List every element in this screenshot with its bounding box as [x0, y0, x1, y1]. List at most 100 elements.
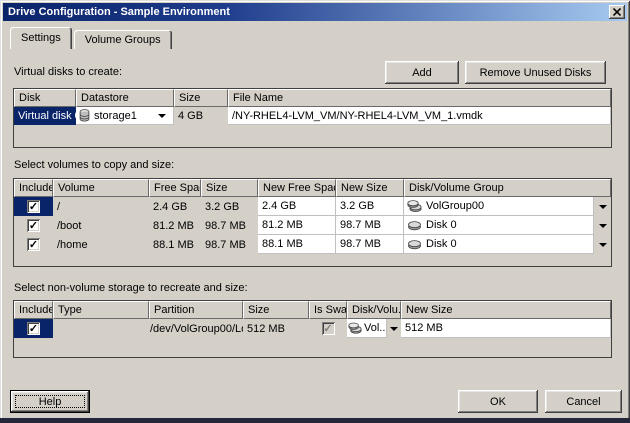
disk-name-cell[interactable]: Virtual disk 0: [14, 107, 76, 125]
include-cell: [14, 216, 53, 235]
free-space-cell: 88.1 MB: [149, 235, 201, 254]
table-row[interactable]: /boot 81.2 MB 98.7 MB 81.2 MB 98.7 MB Di…: [14, 216, 611, 235]
new-size-field[interactable]: 98.7 MB: [336, 235, 404, 254]
type-cell: [53, 319, 149, 338]
column-header-volume[interactable]: Volume: [53, 179, 149, 197]
column-header-new-size[interactable]: New Size: [401, 301, 611, 319]
disk-volume-group-combobox[interactable]: VolGroup00: [404, 197, 611, 216]
disk-volume-group-combobox[interactable]: Disk 0: [404, 216, 611, 235]
title-bar[interactable]: Drive Configuration - Sample Environment: [3, 3, 627, 21]
close-button[interactable]: [609, 5, 625, 19]
disk-volume-combobox[interactable]: Vol...: [347, 319, 401, 338]
volume-cell: /boot: [53, 216, 149, 235]
table-row[interactable]: Virtual disk 0 storage1 4 GB /NY-RHEL4-L…: [14, 107, 611, 125]
tab-volume-groups-label: Volume Groups: [85, 34, 161, 46]
ok-button[interactable]: OK: [458, 390, 538, 413]
volume-group-icon: [407, 200, 422, 213]
help-button[interactable]: Help: [10, 390, 90, 413]
group-value: VolGroup00: [426, 200, 484, 212]
table-row[interactable]: / 2.4 GB 3.2 GB 2.4 GB 3.2 GB VolGroup00: [14, 197, 611, 216]
include-cell: [14, 235, 53, 254]
column-header-free-space[interactable]: Free Space: [149, 179, 201, 197]
ok-button-label: OK: [490, 396, 506, 408]
group-value: Disk 0: [426, 238, 457, 250]
non-volume-header: Include Type Partition Size Is Swap Disk…: [14, 301, 611, 319]
column-header-is-swap[interactable]: Is Swap: [309, 301, 347, 319]
size-cell: 98.7 MB: [201, 235, 258, 254]
datastore-icon: [79, 109, 90, 122]
chevron-down-icon[interactable]: [594, 197, 611, 216]
chevron-down-icon[interactable]: [387, 319, 401, 338]
new-size-field[interactable]: 98.7 MB: [336, 216, 404, 235]
virtual-disks-label: Virtual disks to create:: [14, 66, 122, 78]
include-checkbox[interactable]: [27, 219, 40, 232]
drive-configuration-dialog: Drive Configuration - Sample Environment…: [0, 0, 630, 423]
new-free-space-field[interactable]: 2.4 GB: [258, 197, 336, 216]
is-swap-cell: [309, 319, 347, 338]
remove-unused-disks-label: Remove Unused Disks: [480, 67, 592, 79]
include-cell: [14, 197, 53, 216]
disk-icon: [407, 220, 422, 231]
free-space-cell: 81.2 MB: [149, 216, 201, 235]
add-button[interactable]: Add: [385, 61, 459, 84]
column-header-partition[interactable]: Partition: [149, 301, 243, 319]
close-icon: [613, 8, 621, 16]
column-header-type[interactable]: Type: [53, 301, 149, 319]
datastore-combobox[interactable]: storage1: [76, 107, 174, 125]
chevron-down-icon[interactable]: [594, 216, 611, 235]
cancel-button-label: Cancel: [566, 396, 600, 408]
column-header-new-free-space[interactable]: New Free Space: [258, 179, 336, 197]
include-cell: [14, 319, 53, 338]
virtual-disks-header: Disk Datastore Size File Name: [14, 89, 611, 107]
new-free-space-field[interactable]: 88.1 MB: [258, 235, 336, 254]
tab-settings[interactable]: Settings: [10, 27, 72, 49]
chevron-down-icon[interactable]: [153, 114, 170, 118]
free-space-cell: 2.4 GB: [149, 197, 201, 216]
remove-unused-disks-button[interactable]: Remove Unused Disks: [465, 61, 606, 84]
column-header-size[interactable]: Size: [174, 89, 228, 107]
partition-cell: /dev/VolGroup00/Lo...: [149, 319, 243, 338]
include-checkbox[interactable]: [27, 322, 40, 335]
column-header-include[interactable]: Include: [14, 179, 53, 197]
tab-strip: Settings Volume Groups: [10, 27, 172, 49]
volumes-label: Select volumes to copy and size:: [14, 159, 174, 171]
column-header-disk-volume-group[interactable]: Disk/Volume Group: [404, 179, 611, 197]
is-swap-checkbox: [322, 322, 335, 335]
size-cell: 512 MB: [243, 319, 309, 338]
table-row[interactable]: /dev/VolGroup00/Lo... 512 MB Vol... 512 …: [14, 319, 611, 338]
column-header-new-size[interactable]: New Size: [336, 179, 404, 197]
column-header-file-name[interactable]: File Name: [228, 89, 611, 107]
file-name-cell[interactable]: /NY-RHEL4-LVM_VM/NY-RHEL4-LVM_VM_1.vmdk: [228, 107, 611, 125]
column-header-disk-volume[interactable]: Disk/Volu...: [347, 301, 401, 319]
virtual-disks-table: Disk Datastore Size File Name Virtual di…: [13, 88, 612, 148]
volume-group-icon: [348, 322, 362, 335]
column-header-size[interactable]: Size: [201, 179, 258, 197]
new-free-space-field[interactable]: 81.2 MB: [258, 216, 336, 235]
size-cell: 98.7 MB: [201, 216, 258, 235]
volume-cell: /: [53, 197, 149, 216]
volumes-table: Include Volume Free Space Size New Free …: [13, 178, 612, 267]
include-checkbox[interactable]: [27, 200, 40, 213]
column-header-size[interactable]: Size: [243, 301, 309, 319]
disk-icon: [407, 239, 422, 250]
include-checkbox[interactable]: [27, 238, 40, 251]
group-value: Disk 0: [426, 219, 457, 231]
volume-cell: /home: [53, 235, 149, 254]
table-row[interactable]: /home 88.1 MB 98.7 MB 88.1 MB 98.7 MB Di…: [14, 235, 611, 254]
tab-volume-groups[interactable]: Volume Groups: [74, 30, 172, 49]
non-volume-label: Select non-volume storage to recreate an…: [14, 282, 248, 294]
new-size-field[interactable]: 512 MB: [401, 319, 611, 338]
group-value: Vol...: [364, 322, 387, 334]
cancel-button[interactable]: Cancel: [545, 390, 622, 413]
column-header-include[interactable]: Include: [14, 301, 53, 319]
focus-rect: [15, 395, 85, 408]
disk-volume-group-combobox[interactable]: Disk 0: [404, 235, 611, 254]
window-title: Drive Configuration - Sample Environment: [8, 6, 230, 18]
column-header-disk[interactable]: Disk: [14, 89, 76, 107]
non-volume-table: Include Type Partition Size Is Swap Disk…: [13, 300, 612, 358]
column-header-datastore[interactable]: Datastore: [76, 89, 174, 107]
chevron-down-icon[interactable]: [594, 235, 611, 254]
add-button-label: Add: [412, 67, 432, 79]
new-size-field[interactable]: 3.2 GB: [336, 197, 404, 216]
volumes-header: Include Volume Free Space Size New Free …: [14, 179, 611, 197]
